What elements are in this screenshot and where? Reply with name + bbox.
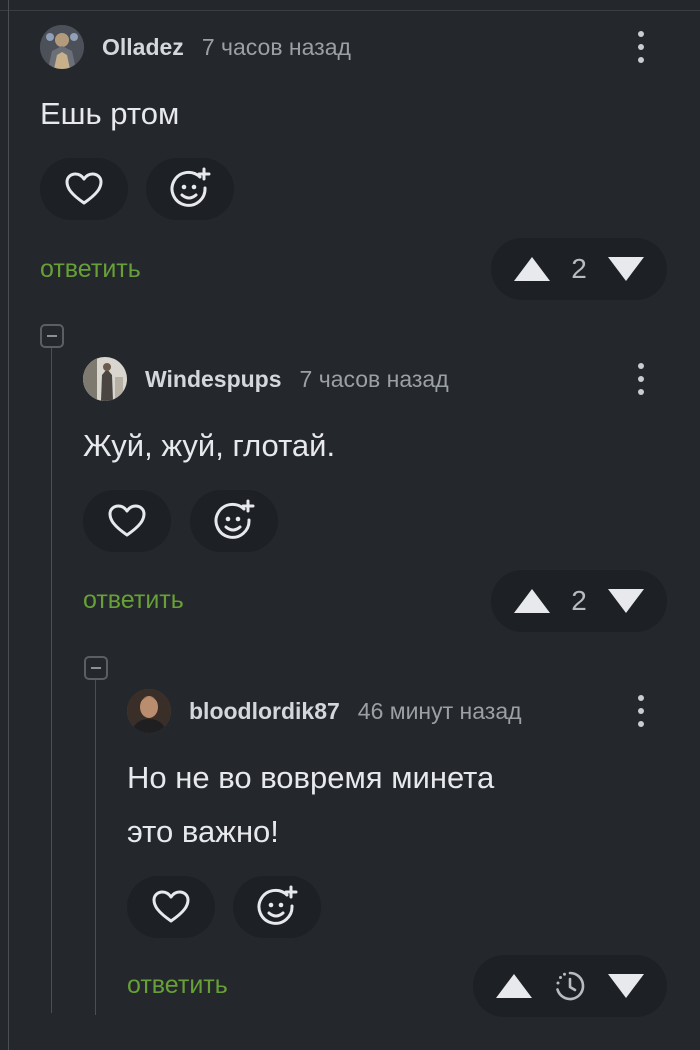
add-reaction-button[interactable] (146, 158, 234, 220)
avatar[interactable] (127, 689, 171, 733)
arrow-down-icon (607, 257, 644, 281)
comment-text: Жуй, жуй, глотай. (83, 428, 336, 463)
timestamp[interactable]: 7 часов назад (202, 34, 351, 61)
more-vertical-icon[interactable] (626, 689, 656, 733)
heart-icon (152, 890, 190, 923)
heart-icon (65, 172, 103, 205)
smiley-add-icon (170, 167, 211, 207)
avatar[interactable] (40, 25, 84, 69)
comment-text: Но не во вовремя минета это важно! (127, 760, 495, 849)
timestamp[interactable]: 46 минут назад (358, 698, 522, 725)
thread-line-level-2 (95, 680, 96, 1015)
add-reaction-button[interactable] (190, 490, 278, 552)
upvote-button[interactable] (513, 588, 551, 614)
arrow-down-icon (607, 589, 644, 613)
username[interactable]: Windespups (145, 366, 282, 393)
heart-icon (108, 504, 146, 537)
arrow-up-icon (514, 257, 550, 281)
comment-text: Ешь ртом (40, 96, 180, 131)
upvote-button[interactable] (495, 973, 533, 999)
smiley-add-icon (257, 885, 298, 925)
top-divider (0, 10, 700, 11)
comment: Olladez 7 часов назад Ешь ртом ответить … (40, 25, 670, 305)
rating-count: 2 (571, 585, 587, 616)
rating-control: 2 (491, 238, 667, 300)
clock-pending-icon (554, 970, 586, 1002)
avatar[interactable] (83, 357, 127, 401)
comment-header: bloodlordik87 46 минут назад (127, 689, 522, 733)
rating-control (473, 955, 667, 1017)
arrow-down-icon (608, 974, 644, 998)
username[interactable]: bloodlordik87 (189, 698, 340, 725)
smiley-add-icon (214, 499, 255, 539)
comment-header: Windespups 7 часов назад (83, 357, 449, 401)
like-button[interactable] (83, 490, 171, 552)
collapse-thread-button[interactable] (84, 656, 108, 680)
more-vertical-icon[interactable] (626, 357, 656, 401)
comment: bloodlordik87 46 минут назад Но не во во… (127, 689, 670, 1019)
reply-link[interactable]: ответить (83, 586, 184, 615)
more-vertical-icon[interactable] (626, 25, 656, 69)
downvote-button[interactable] (607, 256, 645, 282)
collapse-thread-button[interactable] (40, 324, 64, 348)
upvote-button[interactable] (513, 256, 551, 282)
reply-link[interactable]: ответить (127, 971, 228, 1000)
arrow-up-icon (496, 974, 532, 998)
comment-header: Olladez 7 часов назад (40, 25, 351, 69)
arrow-up-icon (514, 589, 550, 613)
like-button[interactable] (127, 876, 215, 938)
downvote-button[interactable] (607, 973, 645, 999)
rating-control: 2 (491, 570, 667, 632)
thread-line-level-1 (51, 348, 52, 1013)
reply-link[interactable]: ответить (40, 255, 141, 284)
username[interactable]: Olladez (102, 34, 184, 61)
downvote-button[interactable] (607, 588, 645, 614)
add-reaction-button[interactable] (233, 876, 321, 938)
thread-line-root (8, 0, 9, 1050)
like-button[interactable] (40, 158, 128, 220)
comment: Windespups 7 часов назад Жуй, жуй, глота… (83, 357, 670, 637)
rating-count: 2 (571, 253, 587, 284)
timestamp[interactable]: 7 часов назад (300, 366, 449, 393)
